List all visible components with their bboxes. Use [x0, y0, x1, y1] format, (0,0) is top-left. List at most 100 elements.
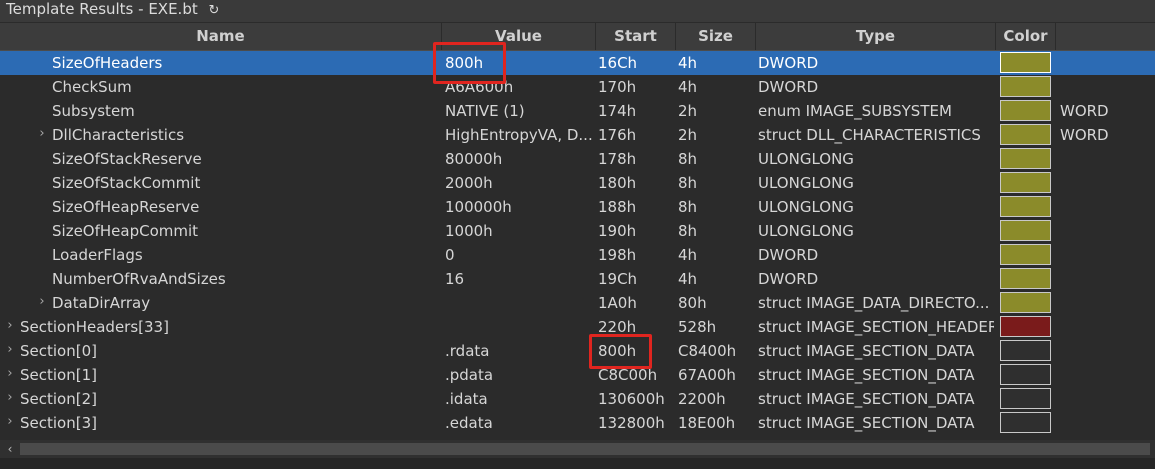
window-title: Template Results - EXE.bt: [6, 0, 198, 18]
color-swatch[interactable]: [1000, 76, 1051, 97]
row-name: Section[3]: [20, 414, 97, 432]
table-row[interactable]: › Section[3] .edata 132800h 18E00h struct IMA…: [0, 411, 1155, 435]
row-name: Subsystem: [52, 102, 135, 120]
color-swatch[interactable]: [1000, 316, 1051, 337]
row-type: DWORD: [758, 270, 819, 288]
row-start: 176h: [598, 126, 637, 144]
row-value: .pdata: [445, 366, 494, 384]
row-type: ULONGLONG: [758, 150, 854, 168]
row-type: DWORD: [758, 246, 819, 264]
color-swatch[interactable]: [1000, 340, 1051, 361]
row-extra: [1060, 315, 1155, 339]
table-row[interactable]: SizeOfHeapReserve 100000h 188h 8h ULONGLONG: [0, 195, 1155, 219]
table-row[interactable]: SizeOfStackReserve 80000h 178h 8h ULONGLONG: [0, 147, 1155, 171]
row-value: NATIVE (1): [445, 102, 525, 120]
row-start: 180h: [598, 174, 637, 192]
row-type: enum IMAGE_SUBSYSTEM: [758, 102, 952, 120]
table-row[interactable]: CheckSum A6A600h 170h 4h DWORD: [0, 75, 1155, 99]
row-start: 130600h: [598, 390, 665, 408]
row-name: SizeOfStackReserve: [52, 150, 202, 168]
row-value: 0: [445, 246, 455, 264]
table-row[interactable]: SizeOfHeapCommit 1000h 190h 8h ULONGLONG: [0, 219, 1155, 243]
table-row[interactable]: › Section[2] .idata 130600h 2200h struct IMAG…: [0, 387, 1155, 411]
table-row[interactable]: › SectionHeaders[33] 220h 528h struct IMAGE_…: [0, 315, 1155, 339]
table-row[interactable]: › Section[0] .rdata 800h C8400h struct IMAGE_…: [0, 339, 1155, 363]
row-value: 1000h: [445, 222, 493, 240]
row-extra: [1060, 339, 1155, 363]
expand-chevron-icon[interactable]: ›: [36, 123, 48, 147]
row-type: struct IMAGE_SECTION_DATA: [758, 414, 975, 432]
color-swatch[interactable]: [1000, 196, 1051, 217]
row-extra: [1060, 267, 1155, 291]
color-swatch[interactable]: [1000, 100, 1051, 121]
expand-chevron-icon[interactable]: ›: [36, 291, 48, 315]
row-name: Section[2]: [20, 390, 97, 408]
row-size: 8h: [678, 150, 698, 168]
row-extra: [1060, 171, 1155, 195]
row-name: CheckSum: [52, 78, 132, 96]
expand-chevron-icon[interactable]: ›: [4, 387, 16, 411]
row-value: 100000h: [445, 198, 512, 216]
row-start: 178h: [598, 150, 637, 168]
color-swatch[interactable]: [1000, 388, 1051, 409]
color-swatch[interactable]: [1000, 292, 1051, 313]
row-size: 80h: [678, 294, 707, 312]
row-extra: [1060, 411, 1155, 435]
row-type: DWORD: [758, 54, 819, 72]
row-value: 2000h: [445, 174, 493, 192]
table-row[interactable]: Subsystem NATIVE (1) 174h 2h enum IMAGE_SUBS…: [0, 99, 1155, 123]
color-swatch[interactable]: [1000, 124, 1051, 145]
color-swatch[interactable]: [1000, 244, 1051, 265]
scroll-left-icon[interactable]: ‹: [2, 440, 18, 458]
row-type: struct IMAGE_SECTION_DATA: [758, 390, 975, 408]
scrollbar-thumb[interactable]: [20, 443, 1150, 455]
color-swatch[interactable]: [1000, 148, 1051, 169]
row-type: struct DLL_CHARACTERISTICS: [758, 126, 981, 144]
row-name: SectionHeaders[33]: [20, 318, 169, 336]
row-type: struct IMAGE_SECTION_HEADER: [758, 318, 994, 336]
row-name: DllCharacteristics: [52, 126, 185, 144]
table-row[interactable]: SizeOfHeaders 800h 16Ch 4h DWORD: [0, 51, 1155, 75]
refresh-icon[interactable]: ↻: [209, 3, 220, 18]
row-type: struct IMAGE_DATA_DIRECTO...: [758, 294, 990, 312]
color-swatch[interactable]: [1000, 364, 1051, 385]
row-name: SizeOfHeapReserve: [52, 198, 200, 216]
row-name: SizeOfStackCommit: [52, 174, 201, 192]
row-extra: [1060, 363, 1155, 387]
row-start: 170h: [598, 78, 637, 96]
expand-chevron-icon[interactable]: ›: [4, 411, 16, 435]
color-swatch[interactable]: [1000, 172, 1051, 193]
table-row[interactable]: › Section[1] .pdata C8C00h 67A00h struct IMAG…: [0, 363, 1155, 387]
table-row[interactable]: › DllCharacteristics HighEntropyVA, D... 17…: [0, 123, 1155, 147]
expand-chevron-icon[interactable]: ›: [4, 315, 16, 339]
row-start: 16Ch: [598, 54, 638, 72]
row-size: 2h: [678, 102, 698, 120]
row-name: Section[1]: [20, 366, 97, 384]
color-swatch[interactable]: [1000, 220, 1051, 241]
table-row[interactable]: › DataDirArray 1A0h 80h struct IMAGE_DATA_DI…: [0, 291, 1155, 315]
row-extra: [1060, 387, 1155, 411]
color-swatch[interactable]: [1000, 52, 1051, 73]
color-swatch[interactable]: [1000, 412, 1051, 433]
expand-chevron-icon[interactable]: ›: [4, 363, 16, 387]
table-row[interactable]: LoaderFlags 0 198h 4h DWORD: [0, 243, 1155, 267]
color-swatch[interactable]: [1000, 268, 1051, 289]
horizontal-scrollbar[interactable]: ‹: [0, 440, 1155, 458]
row-name: NumberOfRvaAndSizes: [52, 270, 226, 288]
table-row[interactable]: NumberOfRvaAndSizes 16 19Ch 4h DWORD: [0, 267, 1155, 291]
column-header-name[interactable]: Name: [0, 23, 442, 50]
expand-chevron-icon[interactable]: ›: [4, 339, 16, 363]
column-header-type[interactable]: Type: [756, 23, 996, 50]
row-value: .idata: [445, 390, 488, 408]
row-value: HighEntropyVA, D...: [445, 126, 593, 144]
row-extra: [1060, 147, 1155, 171]
table-row[interactable]: SizeOfStackCommit 2000h 180h 8h ULONGLONG: [0, 171, 1155, 195]
row-name: Section[0]: [20, 342, 97, 360]
row-start: 188h: [598, 198, 637, 216]
column-header-start[interactable]: Start: [596, 23, 676, 50]
column-header-color[interactable]: Color: [996, 23, 1056, 50]
row-size: C8400h: [678, 342, 737, 360]
row-size: 67A00h: [678, 366, 736, 384]
row-size: 8h: [678, 174, 698, 192]
column-header-size[interactable]: Size: [676, 23, 756, 50]
